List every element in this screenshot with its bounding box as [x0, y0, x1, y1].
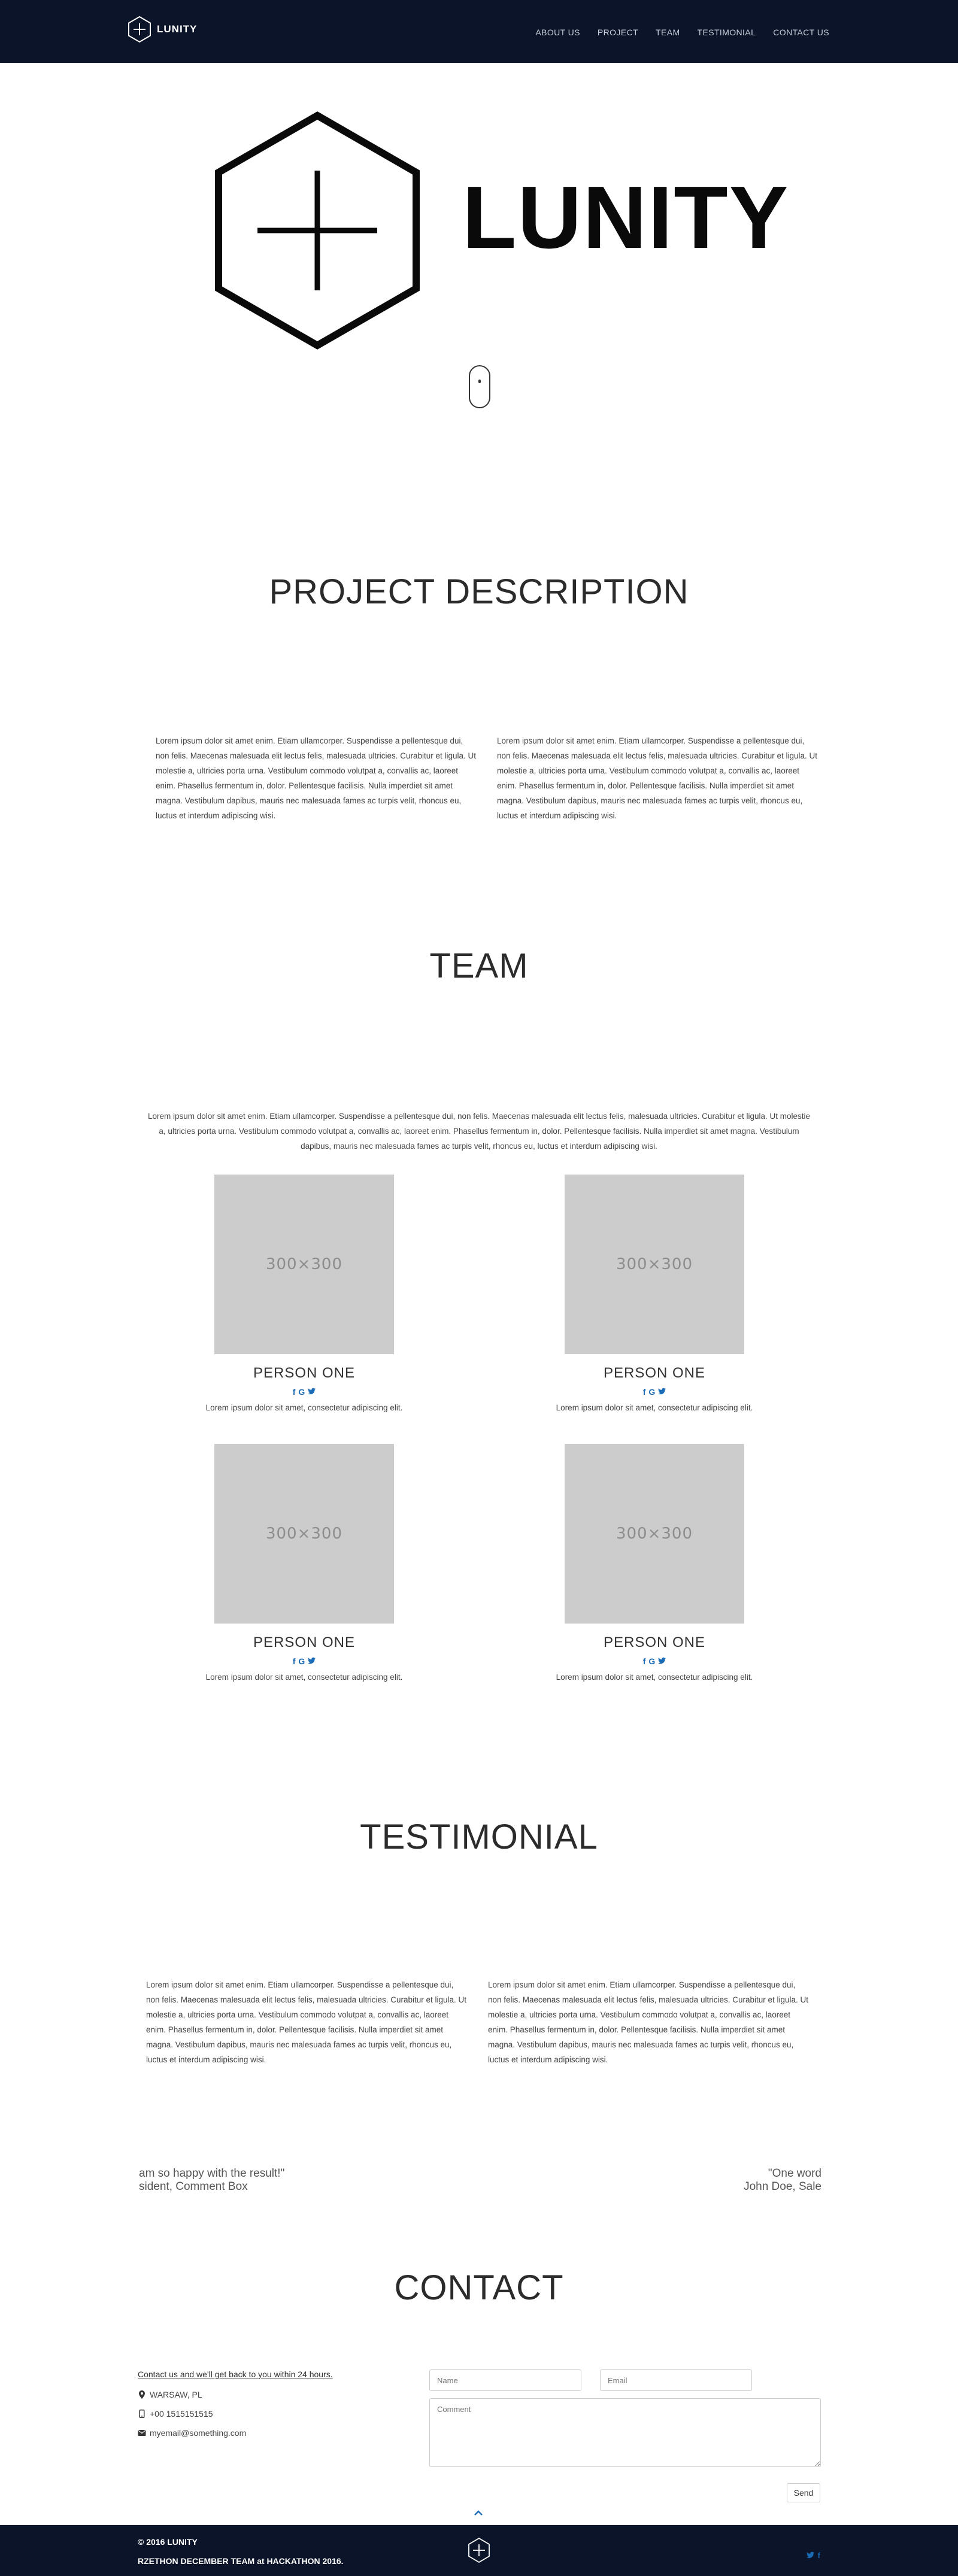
google-icon[interactable]: G [648, 1657, 655, 1665]
contact-phone: +00 1515151515 [150, 2409, 213, 2419]
facebook-icon[interactable]: f [818, 2551, 820, 2559]
member-photo-placeholder: 300×300 [565, 1444, 744, 1624]
google-icon[interactable]: G [298, 1388, 305, 1396]
footer-social-links: f [806, 2551, 820, 2559]
testimonial-section-title: TESTIMONIAL [360, 1818, 598, 1856]
quote-author: John Doe, Sale [744, 2180, 821, 2193]
testimonial-text-left: Lorem ipsum dolor sit amet enim. Etiam u… [146, 1980, 467, 2064]
scroll-wheel-dot [478, 380, 481, 383]
member-name: PERSON ONE [603, 1634, 706, 1650]
team-member-card: 300×300 PERSON ONE f G Lorem ipsum dolor… [529, 1444, 780, 1682]
quote-author: sident, Comment Box [139, 2180, 248, 2193]
facebook-icon[interactable]: f [293, 1388, 296, 1396]
member-description: Lorem ipsum dolor sit amet, consectetur … [556, 1673, 753, 1682]
twitter-icon[interactable] [308, 1388, 316, 1395]
member-social-links: f G [529, 1657, 780, 1665]
google-icon[interactable]: G [298, 1657, 305, 1665]
team-intro-text: Lorem ipsum dolor sit amet enim. Etiam u… [147, 1112, 811, 1151]
contact-email-row: myemail@something.com [138, 2428, 333, 2438]
nav-team[interactable]: TEAM [656, 28, 680, 37]
member-social-links: f G [178, 1388, 430, 1396]
member-description: Lorem ipsum dolor sit amet, consectetur … [205, 1673, 403, 1682]
hexagon-plus-footer-logo-icon[interactable] [467, 2537, 491, 2563]
footer-copyright: © 2016 LUNITY [138, 2537, 198, 2547]
facebook-icon[interactable]: f [643, 1388, 646, 1396]
envelope-icon [138, 2430, 146, 2436]
member-name: PERSON ONE [253, 1634, 356, 1650]
name-field[interactable] [429, 2369, 581, 2391]
nav-about-us[interactable]: ABOUT US [535, 28, 580, 37]
member-photo-placeholder: 300×300 [565, 1175, 744, 1354]
member-name: PERSON ONE [603, 1365, 706, 1381]
member-social-links: f G [178, 1657, 430, 1665]
member-photo-placeholder: 300×300 [214, 1175, 394, 1354]
footer-credit: RZETHON DECEMBER TEAM at HACKATHON 2016. [138, 2556, 344, 2566]
member-description: Lorem ipsum dolor sit amet, consectetur … [205, 1403, 403, 1412]
team-section-title: TEAM [429, 946, 529, 985]
scroll-down-mouse-icon[interactable] [469, 365, 490, 408]
send-button[interactable]: Send [787, 2483, 820, 2502]
hexagon-plus-hero-icon [215, 111, 420, 350]
twitter-icon[interactable] [658, 1388, 666, 1395]
nav-brand-name: LUNITY [157, 23, 198, 35]
hero-title: LUNITY [462, 168, 790, 267]
top-navbar: LUNITY ABOUT US PROJECT TEAM TESTIMONIAL… [0, 0, 958, 63]
team-member-card: 300×300 PERSON ONE f G Lorem ipsum dolor… [178, 1444, 430, 1682]
nav-testimonial[interactable]: TESTIMONIAL [698, 28, 756, 37]
project-text-right: Lorem ipsum dolor sit amet enim. Etiam u… [497, 736, 818, 820]
google-icon[interactable]: G [648, 1388, 655, 1396]
contact-info: Contact us and we'll get back to you wit… [138, 2369, 333, 2447]
twitter-icon[interactable] [658, 1657, 666, 1664]
scroll-to-top-chevron-icon[interactable] [472, 2508, 484, 2518]
member-name: PERSON ONE [253, 1365, 356, 1381]
team-member-card: 300×300 PERSON ONE f G Lorem ipsum dolor… [529, 1175, 780, 1412]
facebook-icon[interactable]: f [643, 1657, 646, 1665]
footer: © 2016 LUNITY RZETHON DECEMBER TEAM at H… [0, 2525, 958, 2576]
email-field[interactable] [600, 2369, 752, 2391]
project-section-title: PROJECT DESCRIPTION [269, 572, 689, 611]
mobile-phone-icon [139, 2410, 145, 2418]
contact-tagline-link[interactable]: Contact us and we'll get back to you wit… [138, 2369, 333, 2379]
hexagon-plus-logo-icon [128, 16, 151, 43]
member-description: Lorem ipsum dolor sit amet, consectetur … [556, 1403, 753, 1412]
project-text-left: Lorem ipsum dolor sit amet enim. Etiam u… [156, 736, 477, 820]
nav-logo[interactable]: LUNITY [127, 16, 197, 43]
comment-field[interactable] [429, 2398, 821, 2467]
testimonial-quote-left: am so happy with the result!" sident, Co… [139, 2167, 284, 2193]
nav-project[interactable]: PROJECT [598, 28, 638, 37]
nav-menu: ABOUT US PROJECT TEAM TESTIMONIAL CONTAC… [535, 28, 829, 37]
facebook-icon[interactable]: f [293, 1657, 296, 1665]
member-photo-placeholder: 300×300 [214, 1444, 394, 1624]
contact-location: WARSAW, PL [150, 2390, 202, 2399]
map-marker-icon [139, 2390, 145, 2399]
team-member-card: 300×300 PERSON ONE f G Lorem ipsum dolor… [178, 1175, 430, 1412]
contact-email: myemail@something.com [150, 2428, 247, 2438]
testimonial-text-right: Lorem ipsum dolor sit amet enim. Etiam u… [488, 1980, 809, 2064]
nav-contact-us[interactable]: CONTACT US [773, 28, 829, 37]
quote-text: "One word [768, 2167, 821, 2180]
member-social-links: f G [529, 1388, 780, 1396]
quote-text: am so happy with the result!" [139, 2167, 285, 2180]
contact-phone-row: +00 1515151515 [138, 2409, 333, 2419]
contact-section-title: CONTACT [394, 2268, 564, 2307]
twitter-icon[interactable] [806, 2551, 814, 2559]
twitter-icon[interactable] [308, 1657, 316, 1664]
contact-location-row: WARSAW, PL [138, 2390, 333, 2399]
testimonial-quote-right: "One word John Doe, Sale [744, 2167, 821, 2193]
